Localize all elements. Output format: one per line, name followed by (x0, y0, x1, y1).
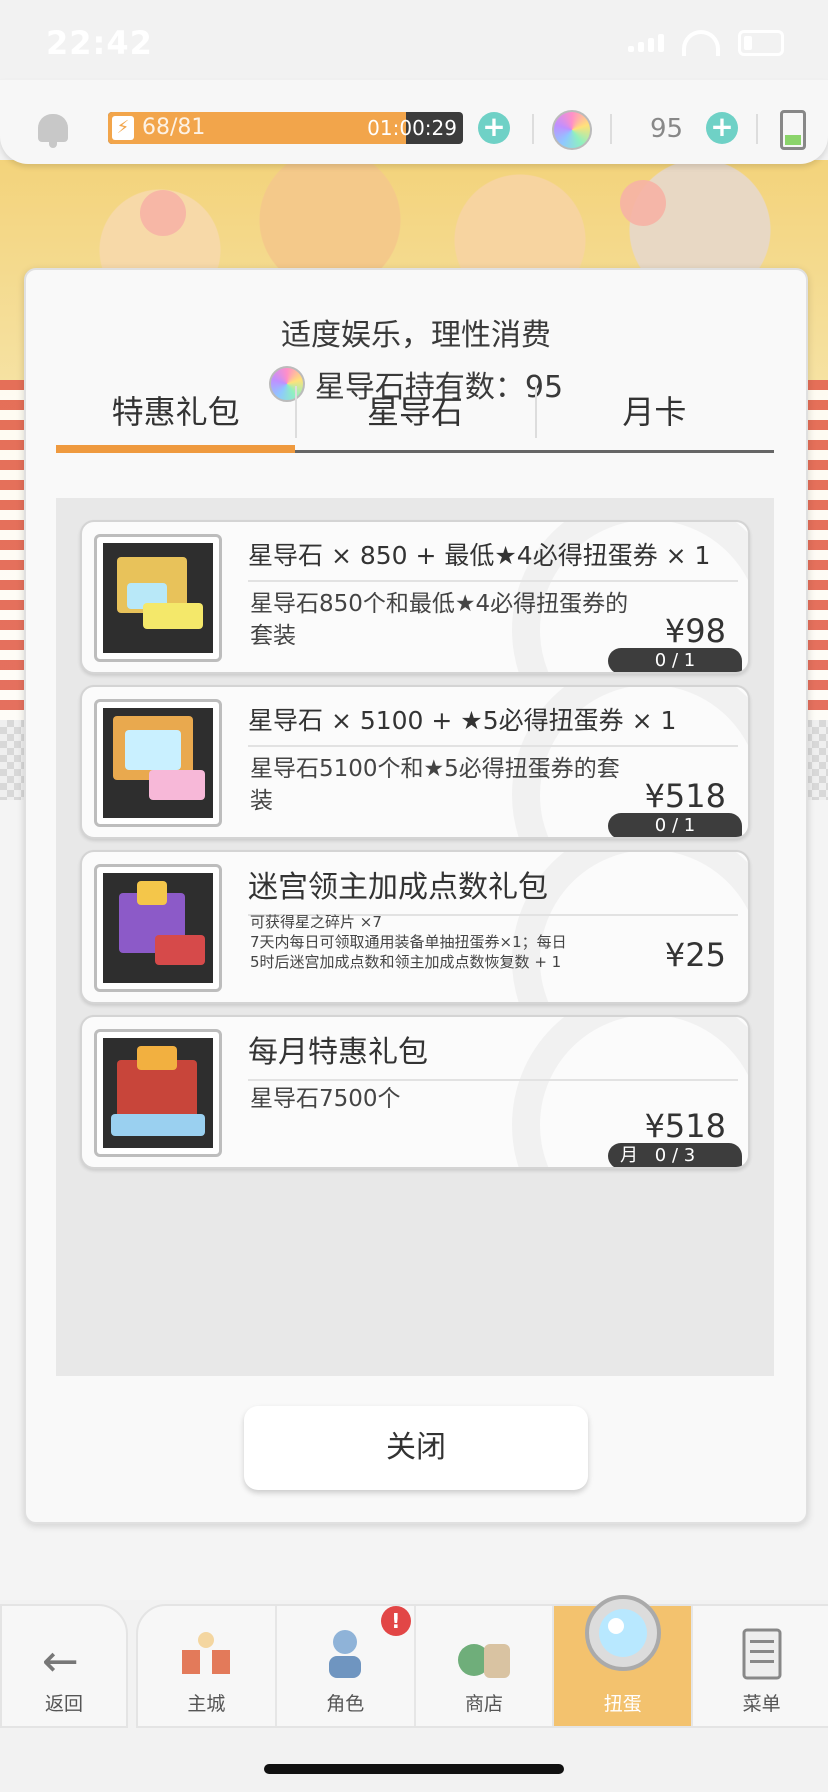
purchase-limit-badge: 0 / 1 (608, 648, 742, 672)
notice-text: 适度娱乐，理性消费 (281, 318, 551, 353)
bottom-navigation: ← 返回 主城 ! 角色 商店 扭蛋 菜单 (0, 1595, 828, 1728)
product-item[interactable]: 迷宫领主加成点数礼包 可获得星之碎片 ×7 7天内每日可领取通用装备单抽扭蛋券×… (80, 850, 750, 1004)
description-line: 5时后迷宫加成点数和领主加成点数恢复数 + 1 (250, 953, 562, 971)
status-bar: 22:42 (0, 0, 828, 90)
lightning-icon: ⚡ (112, 116, 134, 140)
flower-decoration (620, 180, 666, 226)
purchase-limit-value: 0 / 3 (654, 1145, 696, 1166)
status-time: 22:42 (46, 24, 153, 62)
product-description: 可获得星之碎片 ×7 7天内每日可领取通用装备单抽扭蛋券×1；每日 5时后迷宫加… (250, 912, 650, 972)
wifi-icon (682, 30, 720, 56)
product-price: ¥98 (664, 612, 726, 650)
product-item[interactable]: 每月特惠礼包 星导石7500个 ¥518 月 0 / 3 (80, 1015, 750, 1169)
close-button[interactable]: 关闭 (244, 1406, 588, 1490)
nav-bar: 主城 ! 角色 商店 扭蛋 菜单 (136, 1595, 828, 1728)
description-line: 可获得星之碎片 ×7 (250, 913, 382, 931)
purchase-limit-value: 0 / 1 (654, 650, 696, 671)
character-icon (315, 1626, 375, 1682)
gacha-orb-icon (578, 1588, 668, 1678)
tab-star-stones[interactable]: 星导石 (295, 382, 534, 450)
shop-modal: 适度娱乐，理性消费 星导石持有数：95 特惠礼包 星导石 月卡 星导石 × 85… (24, 268, 808, 1524)
stamina-timer: 01:00:29 (367, 116, 457, 140)
product-item[interactable]: 星导石 × 850 + 最低★4必得扭蛋券 × 1 星导石850个和最低★4必得… (80, 520, 750, 674)
product-description: 星导石7500个 (250, 1086, 401, 1112)
product-description: 星导石850个和最低★4必得扭蛋券的套装 (250, 591, 629, 649)
add-star-stone-button[interactable]: + (706, 112, 738, 144)
purchase-limit-badge: 月 0 / 3 (608, 1143, 742, 1167)
tab-bar: 特惠礼包 星导石 月卡 (56, 382, 774, 453)
nav-label: 商店 (464, 1693, 503, 1715)
nav-item-main-city[interactable]: 主城 (138, 1606, 275, 1726)
purchase-limit-value: 0 / 1 (654, 815, 696, 836)
nav-item-character[interactable]: ! 角色 (274, 1606, 414, 1726)
bell-icon[interactable] (38, 114, 68, 148)
stamina-bar: ⚡ 68/81 01:00:29 (108, 112, 463, 144)
treasure-chest-icon (94, 699, 222, 827)
limit-period: 月 (620, 1145, 638, 1166)
shop-bag-icon (454, 1626, 514, 1682)
product-price: ¥518 (644, 777, 726, 815)
product-title: 每月特惠礼包 (248, 1027, 738, 1081)
status-icons (628, 30, 784, 56)
menu-list-icon (732, 1626, 792, 1682)
gift-box-icon (94, 1029, 222, 1157)
product-title: 迷宫领主加成点数礼包 (248, 862, 738, 916)
back-arrow-icon: ← (42, 1636, 79, 1687)
nav-item-menu[interactable]: 菜单 (691, 1606, 828, 1726)
divider (532, 114, 534, 144)
tab-monthly-card[interactable]: 月卡 (534, 382, 774, 450)
star-stone-icon (552, 110, 592, 150)
product-price: ¥25 (664, 936, 726, 974)
battery-icon (738, 30, 784, 56)
product-description: 星导石5100个和★5必得扭蛋券的套装 (250, 756, 620, 814)
back-button[interactable]: ← 返回 (0, 1604, 128, 1728)
product-price: ¥518 (644, 1107, 726, 1145)
divider (756, 114, 758, 144)
back-label: 返回 (44, 1693, 83, 1715)
castle-icon (176, 1626, 236, 1682)
nav-item-gacha[interactable]: 扭蛋 (552, 1595, 692, 1726)
nav-label: 菜单 (742, 1693, 781, 1715)
product-title: 星导石 × 5100 + ★5必得扭蛋券 × 1 (248, 701, 738, 747)
flower-decoration (140, 190, 186, 236)
nav-label: 扭蛋 (603, 1693, 642, 1715)
description-line: 7天内每日可领取通用装备单抽扭蛋券×1；每日 (250, 933, 567, 951)
resource-bar: ⚡ 68/81 01:00:29 + 95 + (0, 80, 828, 164)
nav-label: 主城 (187, 1693, 226, 1715)
nav-label: 角色 (326, 1693, 365, 1715)
tab-special-packs[interactable]: 特惠礼包 (56, 382, 296, 453)
device-battery-icon (780, 110, 806, 150)
product-list: 星导石 × 850 + 最低★4必得扭蛋券 × 1 星导石850个和最低★4必得… (56, 498, 774, 1376)
purchase-limit-badge: 0 / 1 (608, 813, 742, 837)
gift-box-icon (94, 864, 222, 992)
nav-item-shop[interactable]: 商店 (413, 1606, 553, 1726)
stamina-value: 68/81 (142, 115, 206, 140)
product-title: 星导石 × 850 + 最低★4必得扭蛋券 × 1 (248, 536, 738, 582)
add-stamina-button[interactable]: + (478, 112, 510, 144)
home-indicator (264, 1764, 564, 1774)
treasure-chest-icon (94, 534, 222, 662)
signal-icon (628, 34, 664, 52)
notification-badge: ! (380, 1606, 411, 1636)
product-item[interactable]: 星导石 × 5100 + ★5必得扭蛋券 × 1 星导石5100个和★5必得扭蛋… (80, 685, 750, 839)
divider (610, 114, 612, 144)
star-stone-count: 95 (650, 114, 684, 144)
